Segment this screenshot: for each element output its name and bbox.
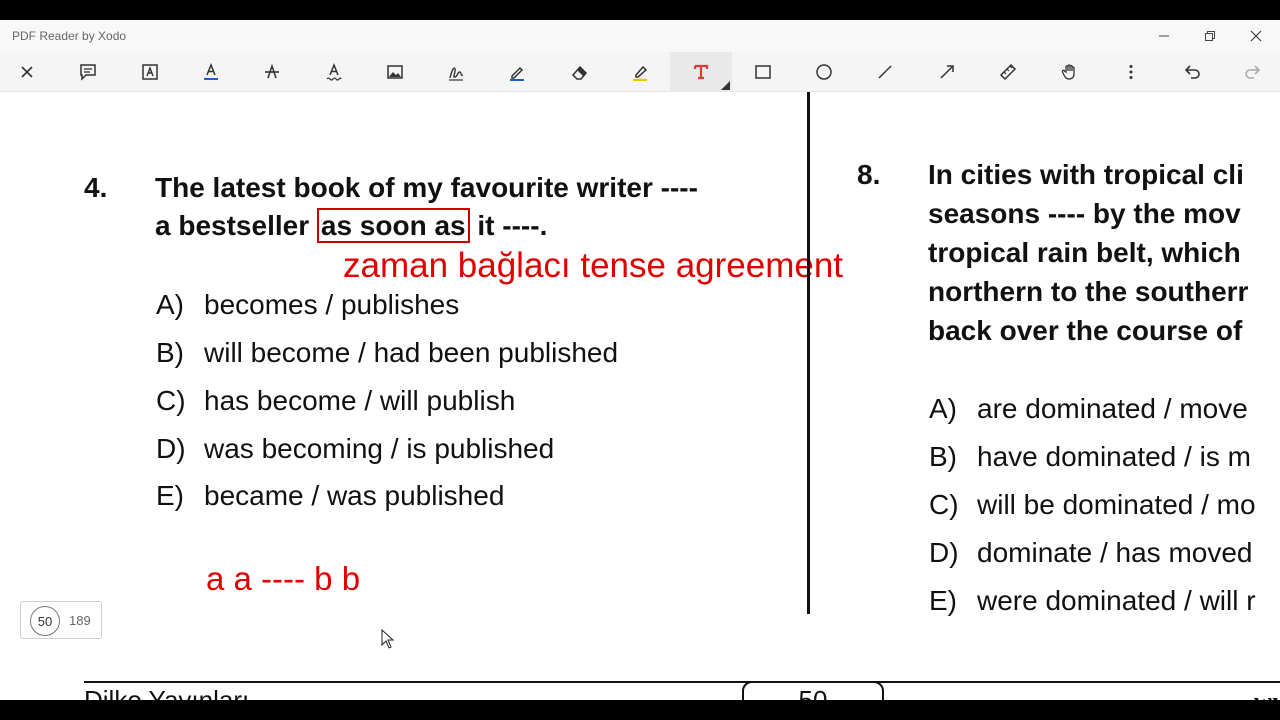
- free-text-icon: [693, 64, 709, 80]
- undo-button[interactable]: [1179, 60, 1205, 84]
- tool-options-indicator: [721, 81, 730, 90]
- column-divider: [807, 92, 810, 614]
- pen-icon: [510, 66, 524, 81]
- squiggly-icon: [326, 63, 342, 81]
- comment-tool[interactable]: [75, 60, 101, 84]
- question-4-option-b: B) will become / had been published: [156, 337, 619, 368]
- text-underline-icon: [204, 63, 218, 80]
- current-page: 50: [30, 606, 60, 636]
- signature-icon: [449, 67, 464, 81]
- undo-icon: [1184, 65, 1200, 79]
- redo-button[interactable]: [1240, 60, 1266, 84]
- question-4-number: 4.: [84, 172, 108, 203]
- free-text-tool[interactable]: [670, 52, 732, 92]
- close-window-button[interactable]: [1246, 26, 1266, 46]
- text-box-tool[interactable]: [137, 60, 163, 84]
- image-tool[interactable]: [382, 60, 408, 84]
- page-indicator[interactable]: 50 189: [20, 601, 102, 639]
- question-4-line-2: a bestseller as soon as it ----.: [155, 208, 548, 243]
- rectangle-icon: [755, 65, 771, 79]
- text-box-icon: [142, 64, 158, 80]
- highlighter-tool[interactable]: [627, 60, 653, 84]
- more-icon: [1129, 65, 1133, 79]
- ruler-tool[interactable]: [995, 60, 1021, 84]
- ellipse-icon: [816, 64, 832, 80]
- letterbox-top: [0, 0, 1280, 20]
- title-bar: PDF Reader by Xodo: [0, 20, 1280, 52]
- question-8-option-e: E) were dominated / will r: [929, 585, 1256, 616]
- question-8-option-c: C) will be dominated / mo: [929, 489, 1256, 520]
- signature-tool[interactable]: [443, 60, 469, 84]
- question-4-line-2-start: a bestseller: [155, 210, 317, 241]
- close-icon: [21, 66, 33, 78]
- question-8-line: tropical rain belt, which: [928, 237, 1241, 268]
- question-4-line-1: The latest book of my favourite writer -…: [155, 172, 698, 203]
- question-8-line: In cities with tropical cli: [928, 159, 1244, 190]
- strikethrough-icon: [265, 63, 279, 79]
- question-8-line: back over the course of: [928, 315, 1243, 346]
- footer-website-fragment: wı: [1254, 687, 1279, 700]
- restore-icon: [1205, 31, 1215, 41]
- underline-tool[interactable]: [198, 60, 224, 84]
- restore-button[interactable]: [1200, 26, 1220, 46]
- footer-rule: [84, 681, 1280, 683]
- close-window-icon: [1250, 30, 1262, 42]
- ellipse-tool[interactable]: [811, 60, 837, 84]
- more-options-button[interactable]: [1118, 60, 1144, 84]
- footer-publisher: Dilko Yayınları: [84, 685, 250, 700]
- line-icon: [878, 65, 892, 79]
- mouse-cursor-icon: [381, 629, 395, 649]
- minimize-button[interactable]: [1154, 26, 1174, 46]
- question-8-line: northern to the southerr: [928, 276, 1249, 307]
- pdf-page[interactable]: 4. The latest book of my favourite write…: [0, 92, 1280, 700]
- question-4-option-c: C) has become / will publish: [156, 385, 516, 416]
- strikethrough-tool[interactable]: [259, 60, 285, 84]
- boxed-annotation[interactable]: as soon as: [316, 208, 470, 243]
- line-tool[interactable]: [872, 60, 898, 84]
- arrow-tool[interactable]: [934, 60, 960, 84]
- image-icon: [387, 65, 403, 79]
- redo-icon: [1245, 65, 1261, 79]
- squiggly-tool[interactable]: [321, 60, 347, 84]
- eraser-icon: [571, 65, 588, 80]
- footer-page-number: 50: [742, 681, 884, 700]
- question-4-option-a: A) becomes / publishes: [156, 289, 460, 320]
- comment-icon: [80, 64, 96, 81]
- pan-icon: [1061, 64, 1075, 80]
- app-window: PDF Reader by Xodo 4. The latest book of…: [0, 20, 1280, 700]
- question-8-option-a: A) are dominated / move: [929, 393, 1248, 424]
- rectangle-tool[interactable]: [750, 60, 776, 84]
- app-title: PDF Reader by Xodo: [12, 29, 127, 43]
- ruler-icon: [999, 63, 1017, 81]
- highlighter-icon: [633, 65, 648, 81]
- question-4-line-2-end: it ----.: [469, 210, 548, 241]
- total-pages: 189: [69, 613, 91, 628]
- pan-tool[interactable]: [1057, 60, 1083, 84]
- question-8-number: 8.: [857, 159, 881, 190]
- close-toolbar-button[interactable]: [14, 60, 40, 84]
- eraser-tool[interactable]: [566, 60, 592, 84]
- annotation-toolbar: [0, 52, 1280, 92]
- question-8-option-b: B) have dominated / is m: [929, 441, 1251, 472]
- arrow-icon: [940, 65, 954, 79]
- question-8-line: seasons ---- by the mov: [928, 198, 1241, 229]
- question-8-option-d: D) dominate / has moved: [929, 537, 1253, 568]
- pen-tool[interactable]: [504, 60, 530, 84]
- minimize-icon: [1159, 35, 1169, 37]
- annotation-note-2[interactable]: a a ---- b b: [206, 560, 360, 598]
- question-4-option-e: E) became / was published: [156, 480, 505, 511]
- question-4-option-d: D) was becoming / is published: [156, 433, 555, 464]
- letterbox-bottom: [0, 700, 1280, 720]
- annotation-note-1[interactable]: zaman bağlacı tense agreement: [343, 246, 843, 286]
